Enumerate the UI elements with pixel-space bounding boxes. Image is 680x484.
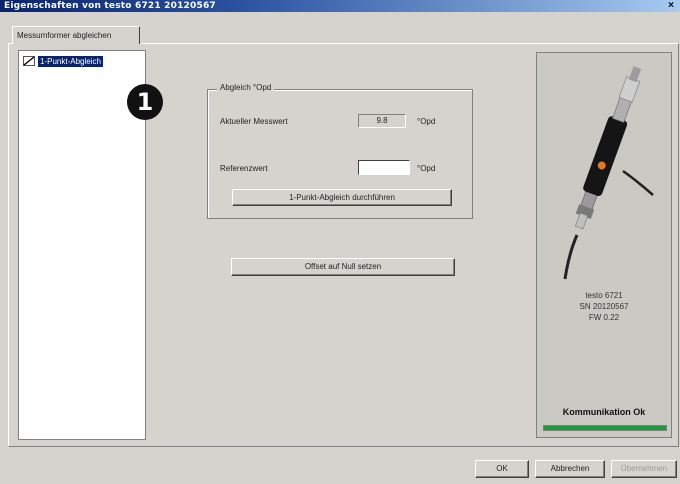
communication-status: Kommunikation Ok — [562, 407, 646, 417]
device-panel: testo 6721 SN 20120567 FW 0.22 Kommunika… — [536, 52, 672, 438]
transmitter-device-image — [563, 66, 654, 280]
tree-view[interactable]: 1-Punkt-Abgleich — [18, 50, 146, 440]
current-value-display: 9.8 — [358, 114, 406, 128]
tree-item-label: 1-Punkt-Abgleich — [38, 55, 103, 67]
reference-value-unit: °Opd — [417, 164, 436, 173]
checkmark-icon — [23, 56, 35, 66]
groupbox-legend: Abgleich °Opd — [217, 83, 275, 92]
tab-messumformer-abgleichen[interactable]: Messumformer abgleichen — [12, 26, 140, 44]
ok-button[interactable]: OK — [475, 460, 529, 478]
close-icon[interactable]: × — [666, 0, 676, 12]
tab-label: Messumformer abgleichen — [17, 31, 112, 40]
window-title: Eigenschaften von testo 6721 20120567 — [4, 1, 216, 11]
run-1-point-calibration-button[interactable]: 1-Punkt-Abgleich durchführen — [232, 189, 452, 206]
title-bar: Eigenschaften von testo 6721 20120567 × — [0, 0, 680, 12]
calibration-groupbox: Abgleich °Opd Aktueller Messwert 9.8 °Op… — [207, 83, 473, 219]
device-firmware: FW 0.22 — [588, 313, 620, 322]
communication-progress-bar — [543, 425, 667, 431]
tree-item-1-punkt-abgleich[interactable]: 1-Punkt-Abgleich — [23, 55, 103, 67]
current-value-label: Aktueller Messwert — [220, 117, 288, 126]
progress-fill — [544, 426, 666, 430]
device-serial: SN 20120567 — [579, 302, 629, 311]
callout-number: 1 — [127, 84, 163, 120]
apply-button[interactable]: Übernehmen — [611, 460, 677, 478]
current-value-unit: °Opd — [417, 117, 436, 126]
device-model: testo 6721 — [585, 291, 623, 300]
reference-value-input[interactable] — [358, 160, 410, 175]
offset-zero-button[interactable]: Offset auf Null setzen — [231, 258, 455, 276]
cancel-button[interactable]: Abbrechen — [535, 460, 605, 478]
reference-value-label: Referenzwert — [220, 164, 268, 173]
